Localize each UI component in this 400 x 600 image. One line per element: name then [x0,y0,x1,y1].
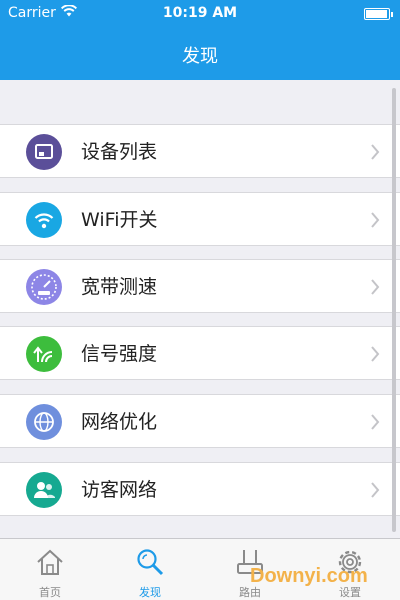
page-title: 发现 [182,46,218,67]
chevron-right-icon [371,482,380,498]
menu-item-signal-strength[interactable]: 信号强度 [0,326,400,380]
menu-label: WiFi开关 [81,209,158,231]
chevron-right-icon [371,414,380,430]
chevron-right-icon [371,212,380,228]
speedometer-icon [26,269,62,305]
menu-item-wifi-switch[interactable]: WiFi开关 [0,192,400,246]
menu-item-device-list[interactable]: 设备列表 [0,124,400,178]
menu-item-guest-network[interactable]: 访客网络 [0,462,400,516]
menu-label: 网络优化 [81,411,158,433]
signal-strength-icon [26,336,62,372]
clock: 10:19 AM [162,5,238,21]
guest-users-icon [26,472,62,508]
status-bar: Carrier 10:19 AM [0,0,400,28]
tab-discover[interactable]: 发现 [100,539,200,600]
search-icon [137,549,164,576]
tab-home[interactable]: 首页 [0,539,100,600]
menu-label: 宽带测速 [81,276,158,298]
watermark: Downyi.com [250,565,368,587]
chevron-right-icon [371,144,380,160]
menu-item-network-optimization[interactable]: 网络优化 [0,394,400,448]
menu-label: 设备列表 [81,141,158,163]
chevron-right-icon [371,279,380,295]
top-header: Carrier 10:19 AM 发现 [0,0,400,80]
menu-item-broadband-speed-test[interactable]: 宽带测速 [0,259,400,313]
home-icon [37,549,63,575]
globe-icon [26,404,62,440]
wifi-icon [26,202,62,238]
scroll-indicator[interactable] [392,88,396,532]
battery-icon [364,8,393,20]
device-list-icon [26,134,62,170]
menu-label: 访客网络 [81,479,158,501]
tab-label: 发现 [139,586,161,599]
menu-label: 信号强度 [81,343,158,365]
chevron-right-icon [371,346,380,362]
tab-label: 首页 [39,586,61,599]
